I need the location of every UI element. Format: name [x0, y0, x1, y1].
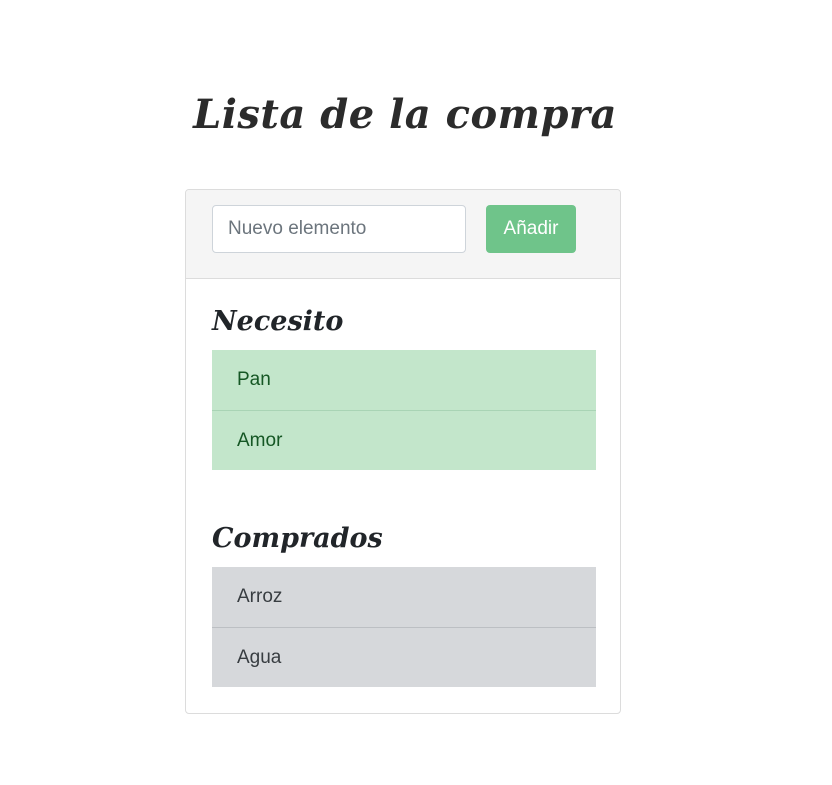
shopping-list-card: Añadir Necesito Pan Amor Comprados Arroz…: [185, 189, 621, 714]
bought-section-title: Comprados: [212, 523, 383, 554]
bought-list: Arroz Agua: [212, 567, 596, 687]
needed-list: Pan Amor: [212, 350, 596, 470]
needed-item-pan[interactable]: Pan: [212, 350, 596, 410]
add-item-form: Añadir: [186, 190, 620, 279]
bought-item-arroz[interactable]: Arroz: [212, 567, 596, 627]
needed-section-title: Necesito: [212, 306, 344, 337]
add-button[interactable]: Añadir: [486, 205, 576, 253]
bought-item-agua[interactable]: Agua: [212, 627, 596, 687]
page-title: Lista de la compra: [193, 90, 617, 138]
needed-item-amor[interactable]: Amor: [212, 410, 596, 470]
new-item-input[interactable]: [212, 205, 466, 253]
